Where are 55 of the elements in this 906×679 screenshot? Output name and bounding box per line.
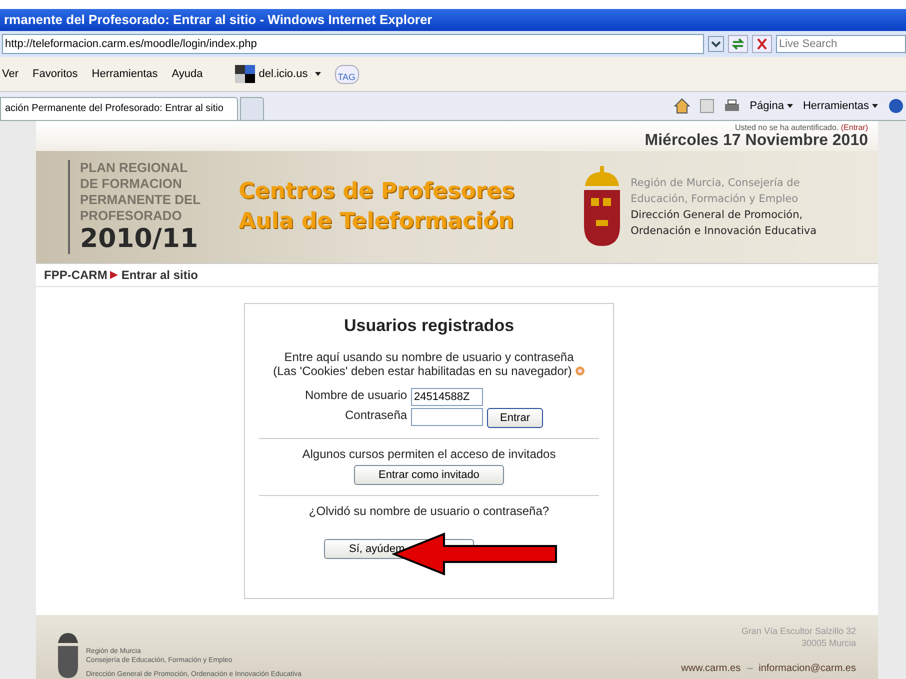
org-name: Educación, Formación y Empleo <box>630 192 800 207</box>
command-button[interactable]: Página <box>750 100 784 112</box>
menu-item[interactable]: Herramientas <box>92 68 158 80</box>
crest-icon <box>56 631 80 679</box>
intro-text: Entre aquí usando su nombre de usuario y contraseña <box>283 350 575 364</box>
browser-tab[interactable]: ación Permanente del Profesorado: Entrar al sitio <box>0 97 238 120</box>
breadcrumb-current: Entrar al sitio <box>121 268 198 282</box>
menu-item[interactable]: Ayuda <box>172 68 203 80</box>
window-title: rmanente del Profesorado: Entrar al sitio - Windows Internet Explorer <box>0 9 906 31</box>
plan-title: PLAN REGIONAL <box>80 160 189 176</box>
footer-link[interactable]: www.carm.es <box>681 663 741 674</box>
panel-title: Usuarios registrados <box>344 316 514 336</box>
separator-icon <box>746 668 753 669</box>
date-text: Miércoles 17 Noviembre 2010 <box>644 132 868 150</box>
dropdown-icon[interactable] <box>708 36 724 52</box>
site-title: Centros de Profesores <box>238 178 515 206</box>
site-title: Aula de Teleformación <box>238 208 515 236</box>
plan-title: PROFESORADO <box>80 208 183 224</box>
menu-item[interactable]: Favoritos <box>32 68 78 80</box>
command-button[interactable]: Herramientas <box>802 100 869 112</box>
home-icon[interactable] <box>674 98 690 114</box>
search-field[interactable]: Live Search <box>776 35 906 53</box>
forgot-text: ¿Olvidó su nombre de usuario o contraseña? <box>308 504 550 518</box>
refresh-icon[interactable] <box>728 35 748 53</box>
caret-icon[interactable] <box>314 72 321 76</box>
department-name: Ordenación e Innovación Educativa <box>630 224 817 239</box>
tag-button[interactable]: TAG <box>334 64 359 84</box>
department-name: Dirección General de Promoción, <box>630 208 804 223</box>
menu-item[interactable]: Ver <box>2 68 19 80</box>
field-label: Nombre de usuario <box>304 388 408 402</box>
guest-button[interactable]: Entrar como invitado <box>354 465 504 485</box>
caret-icon[interactable] <box>872 104 878 108</box>
plan-title: DE FORMACION <box>80 176 183 192</box>
intro-text: (Las 'Cookies' deben estar habilitadas en su navegador) <box>273 364 572 378</box>
footer-link[interactable]: informacion@carm.es <box>758 663 856 674</box>
username-field[interactable]: 24514588Z <box>411 388 484 406</box>
close-icon[interactable] <box>752 35 772 53</box>
bookmark-icon[interactable] <box>234 65 255 83</box>
breadcrumb-link[interactable]: FPP-CARM <box>44 268 108 282</box>
arrow-icon <box>109 270 120 280</box>
year-text: 2010/11 <box>80 224 200 254</box>
guest-text: Algunos cursos permiten el acceso de invitados <box>302 447 556 461</box>
address-text: Gran Vía Escultor Salzillo 32 <box>740 625 856 637</box>
login-notice: Usted no se ha autentificado. <box>735 123 839 132</box>
printer-icon[interactable] <box>724 99 740 113</box>
bookmark-button[interactable]: del.icio.us <box>258 68 308 80</box>
caret-icon[interactable] <box>786 104 793 108</box>
login-link[interactable]: (Entrar) <box>840 123 868 132</box>
login-button[interactable]: Entrar <box>487 408 544 428</box>
plan-title: PERMANENTE DEL <box>80 192 201 208</box>
address-text: 30005 Murcia <box>800 637 856 649</box>
address-field[interactable]: http://teleformacion.carm.es/moodle/login/index.php <box>2 34 704 54</box>
field-label: Contraseña <box>344 408 408 422</box>
org-name: Región de Murcia, Consejería de <box>630 176 801 191</box>
password-field[interactable] <box>411 408 484 426</box>
